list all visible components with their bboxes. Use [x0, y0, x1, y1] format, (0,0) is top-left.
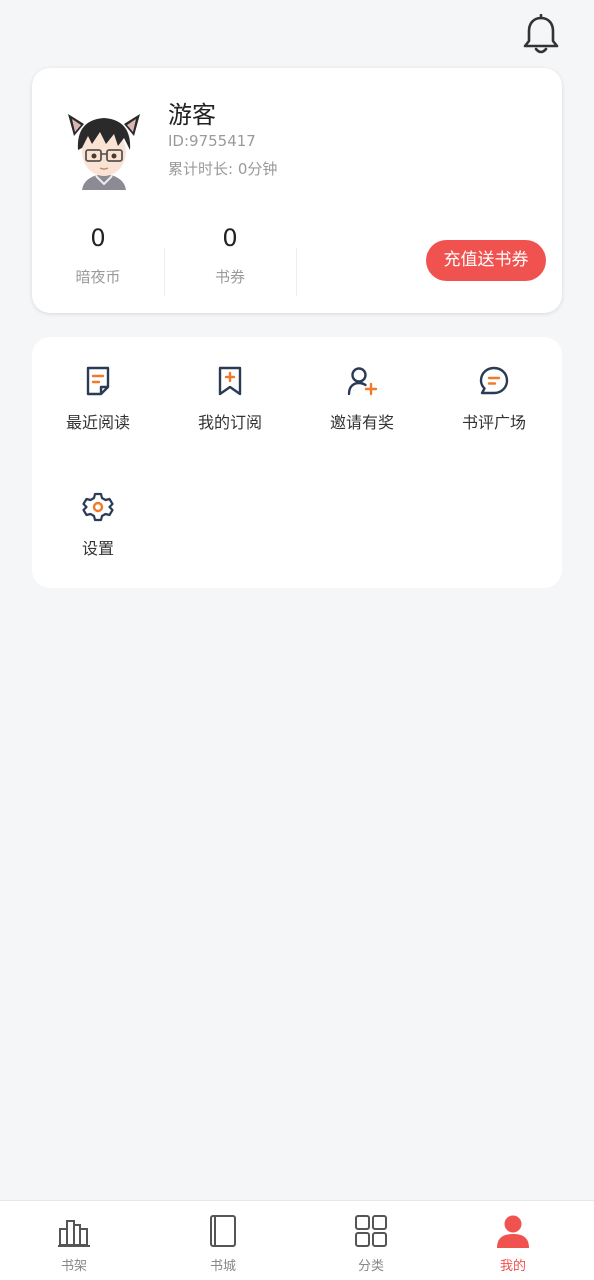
- bottom-tab-bar: 书架 书城 分类 我的: [0, 1200, 594, 1280]
- coins-value: 0: [90, 224, 106, 252]
- menu-item-subscriptions[interactable]: 我的订阅: [164, 365, 296, 433]
- vouchers-value: 0: [222, 224, 238, 252]
- vouchers-label: 书券: [214, 268, 245, 286]
- person-icon: [497, 1215, 529, 1248]
- menu-label: 设置: [81, 539, 114, 558]
- menu-label: 最近阅读: [65, 413, 130, 432]
- tab-bookshelf[interactable]: 书架: [14, 1213, 134, 1274]
- profile-card: 游客 ID:9755417 累计时长: 0分钟 0 暗夜币 0 书券 充值送书券: [32, 68, 562, 313]
- menu-item-settings[interactable]: 设置: [32, 491, 164, 559]
- book-icon: [210, 1215, 236, 1247]
- coins-label: 暗夜币: [75, 268, 121, 286]
- menu-label: 书评广场: [461, 413, 526, 432]
- tab-mine[interactable]: 我的: [453, 1213, 573, 1274]
- bookshelf-icon: [58, 1220, 90, 1247]
- bell-icon[interactable]: [522, 14, 560, 56]
- menu-label: 我的订阅: [197, 413, 262, 432]
- grid-icon: [355, 1215, 387, 1247]
- menu-item-recent-read[interactable]: 最近阅读: [32, 365, 164, 433]
- divider: [296, 248, 297, 296]
- avatar[interactable]: [62, 106, 146, 190]
- tab-bookstore[interactable]: 书城: [163, 1213, 283, 1274]
- menu-item-invite[interactable]: 邀请有奖: [296, 365, 428, 433]
- gear-icon: [82, 492, 114, 522]
- user-id: ID:9755417: [168, 132, 256, 150]
- menu-item-reviews[interactable]: 书评广场: [428, 365, 560, 433]
- reading-time: 累计时长: 0分钟: [168, 160, 278, 178]
- tab-label: 我的: [499, 1259, 526, 1274]
- menu-card: 最近阅读 我的订阅 邀请有奖 书评广场 设置: [32, 337, 562, 588]
- recent-read-icon: [86, 366, 110, 396]
- tab-label: 书城: [209, 1259, 236, 1274]
- tab-label: 书架: [60, 1259, 87, 1274]
- chat-icon: [479, 366, 509, 395]
- user-plus-icon: [347, 367, 378, 396]
- tab-label: 分类: [357, 1259, 384, 1274]
- bookmark-plus-icon: [218, 366, 242, 396]
- stat-vouchers[interactable]: 0 书券: [164, 224, 296, 287]
- user-name: 游客: [168, 101, 216, 129]
- stat-coins[interactable]: 0 暗夜币: [32, 224, 164, 287]
- tab-category[interactable]: 分类: [311, 1213, 431, 1274]
- recharge-button[interactable]: 充值送书券: [426, 240, 546, 281]
- menu-label: 邀请有奖: [329, 413, 394, 432]
